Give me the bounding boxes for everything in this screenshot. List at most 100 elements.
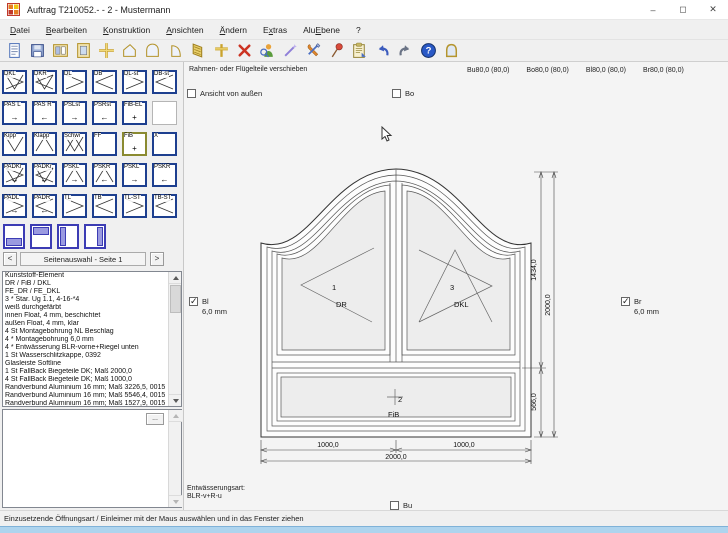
scroll-up-icon[interactable] [169, 410, 182, 422]
opening-button-dl[interactable]: DL [62, 70, 87, 94]
wand-icon[interactable] [280, 41, 301, 61]
opening-button-ff[interactable]: FF [92, 132, 117, 156]
new-document-icon[interactable] [4, 41, 25, 61]
menu-item-aluebene[interactable]: AluEbene [295, 22, 348, 38]
opening-button-psrst[interactable]: PSRst← [92, 101, 117, 125]
shape-slant-icon[interactable] [119, 41, 140, 61]
opening-button-pskr[interactable]: PSKR← [152, 163, 177, 187]
arch-window-icon[interactable] [441, 41, 462, 61]
opening-button-fib-el[interactable]: FiB-EL+ [122, 101, 147, 125]
opening-button-tl[interactable]: TL [62, 194, 87, 218]
field-2-number: 2 [398, 395, 402, 404]
save-icon[interactable] [27, 41, 48, 61]
menu-item-ndern[interactable]: Ändern [212, 22, 255, 38]
insert-top-button[interactable] [30, 224, 52, 249]
spec-line-3: 3 * Star. Ug 1.1, 4-16-*4 [3, 296, 168, 304]
insert-right-button[interactable] [84, 224, 106, 249]
scroll-down-icon[interactable] [169, 394, 182, 406]
person-search-icon[interactable] [257, 41, 278, 61]
minimize-button[interactable]: – [638, 0, 668, 20]
opening-button-fib[interactable]: FiB+ [122, 132, 147, 156]
opening-button-padkl[interactable]: PADKl→ [2, 163, 27, 187]
more-button[interactable]: ... [146, 413, 164, 425]
close-button[interactable]: ✕ [698, 0, 728, 20]
undo-icon[interactable] [372, 41, 393, 61]
opening-drop-listbox[interactable]: ... [2, 409, 182, 508]
clipboard-icon[interactable] [349, 41, 370, 61]
checkbox-bl[interactable] [189, 297, 198, 306]
checkbox-br[interactable] [621, 297, 630, 306]
opening-button-glyph: → [4, 176, 25, 184]
opening-button-padl[interactable]: PADL→ [2, 194, 27, 218]
opening-button-dkr[interactable]: DKR [32, 70, 57, 94]
opening-button-db-st[interactable]: DB-st [152, 70, 177, 94]
opening-button-label: TB [94, 195, 102, 202]
grid-cross-icon[interactable] [96, 41, 117, 61]
spec-line-5: innen Float, 4 mm, beschichtet [3, 312, 168, 320]
next-page-button[interactable]: > [150, 252, 164, 266]
field-1-type: DR [336, 300, 347, 309]
insert-left-button[interactable] [57, 224, 79, 249]
opening-button-pskl[interactable]: PSKL→ [122, 163, 147, 187]
opening-button-pslst[interactable]: PSLst→ [62, 101, 87, 125]
tools-icon[interactable] [303, 41, 324, 61]
menu-item-ansichten[interactable]: Ansichten [158, 22, 211, 38]
checkbox-bu[interactable] [390, 501, 399, 510]
window-frame-icon[interactable] [73, 41, 94, 61]
hatch-icon[interactable] [188, 41, 209, 61]
opening-button-tl-st[interactable]: TL-ST [122, 194, 147, 218]
opening-button-pskr[interactable]: PSKR← [92, 163, 117, 187]
maximize-button[interactable]: ◻ [668, 0, 698, 20]
opening-button-pas-l[interactable]: PAS L→ [2, 101, 27, 125]
spec-line-13: 4 St FallBack Biegeteile DK; Maß 1000,0 [3, 376, 168, 384]
dim-height-total: 2000,0 [545, 294, 552, 316]
menu-item-datei[interactable]: Datei [2, 22, 38, 38]
window-drawing[interactable]: 1 DR 3 DKL 2 FiB 1434,0 566,0 2000,0 100… [184, 62, 728, 510]
checkbox-bo[interactable] [392, 89, 401, 98]
menu-item-?[interactable]: ? [348, 22, 369, 38]
opening-button-dkl[interactable]: DKL [2, 70, 27, 94]
opening-button-klapp[interactable]: Klapp [32, 132, 57, 156]
spec-listbox[interactable]: Kunststoff-ElementDR / FiB / DKLFE_DR / … [2, 271, 182, 407]
prev-page-button[interactable]: < [3, 252, 17, 266]
opening-button-tb-st[interactable]: TB-ST [152, 194, 177, 218]
label-bo: Bo [405, 89, 414, 98]
spec-line-6: außen Float, 4 mm, klar [3, 320, 168, 328]
opening-button-pas-r[interactable]: PAS R← [32, 101, 57, 125]
page-select-label[interactable]: Seitenauswahl - Seite 1 [20, 252, 146, 266]
checkbox-ansicht-von-aussen[interactable] [187, 89, 196, 98]
menu-item-bearbeiten[interactable]: Bearbeiten [38, 22, 95, 38]
menu-item-konstruktion[interactable]: Konstruktion [95, 22, 158, 38]
spec-scrollbar[interactable] [168, 272, 181, 406]
shape-arch-icon[interactable] [142, 41, 163, 61]
opening-button-kipp[interactable]: Kipp [2, 132, 27, 156]
opening-button-pskl[interactable]: PSKL→ [62, 163, 87, 187]
opening-button-x[interactable]: X [152, 132, 177, 156]
measure-icon[interactable] [211, 41, 232, 61]
scroll-up-icon[interactable] [169, 272, 182, 284]
pin-icon[interactable] [326, 41, 347, 61]
field-2-type: FiB [388, 410, 399, 419]
opening-button-dl-st[interactable]: DL-st [122, 70, 147, 94]
spec-list: Kunststoff-ElementDR / FiB / DKLFE_DR / … [3, 272, 181, 407]
drop-scrollbar[interactable] [168, 410, 181, 507]
opening-button-tb[interactable]: TB [92, 194, 117, 218]
scroll-down-icon[interactable] [169, 495, 182, 507]
insert-row [0, 224, 184, 249]
delete-icon[interactable] [234, 41, 255, 61]
shape-curve-icon[interactable] [165, 41, 186, 61]
opening-button-schwi[interactable]: Schwi [62, 132, 87, 156]
scroll-thumb[interactable] [170, 285, 181, 313]
page-nav: < Seitenauswahl - Seite 1 > [0, 252, 184, 268]
spec-line-16: Randverbund Aluminium 16 mm; Maß 1527,9,… [3, 400, 168, 407]
menu-item-extras[interactable]: Extras [255, 22, 295, 38]
window-split-icon[interactable] [50, 41, 71, 61]
redo-icon[interactable] [395, 41, 416, 61]
spec-line-7: 4 St Montagebohrung NL Beschlag [3, 328, 168, 336]
insert-bottom-button[interactable] [3, 224, 25, 249]
opening-button-db[interactable]: DB [92, 70, 117, 94]
opening-button-padr[interactable]: PADR← [32, 194, 57, 218]
help-icon[interactable]: ? [418, 41, 439, 61]
opening-button-label: PADR [34, 195, 50, 202]
opening-button-padkr[interactable]: PADKr← [32, 163, 57, 187]
